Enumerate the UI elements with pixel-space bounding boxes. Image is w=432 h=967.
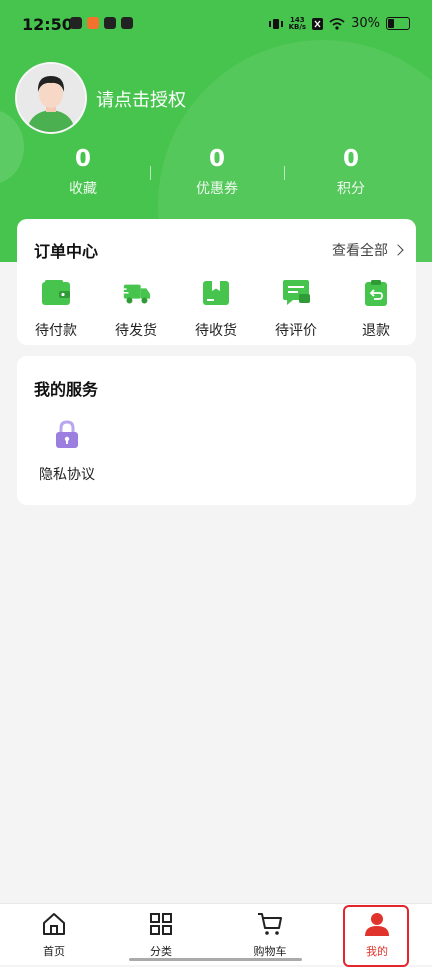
home-indicator xyxy=(129,958,302,961)
chevron-right-icon xyxy=(392,244,404,256)
sim-icon xyxy=(312,17,324,30)
wifi-icon xyxy=(329,17,345,30)
refund-icon xyxy=(365,280,387,306)
order-label: 待收货 xyxy=(195,323,237,339)
notification-icons xyxy=(70,17,133,29)
view-all-label: 查看全部 xyxy=(332,243,388,259)
stat-label: 收藏 xyxy=(69,181,97,197)
message-app-icon xyxy=(121,17,133,29)
store-app-icon xyxy=(104,17,116,29)
battery-percent: 30% xyxy=(351,16,380,31)
stat-favorites[interactable]: 0 收藏 xyxy=(33,146,133,198)
status-bar: 12:50 143 KB/s 30% xyxy=(0,0,432,50)
tab-label: 分类 xyxy=(150,945,172,958)
order-label: 待付款 xyxy=(35,323,77,339)
network-speed: 143 KB/s xyxy=(288,15,307,31)
grid-icon xyxy=(150,913,172,935)
wallet-icon xyxy=(42,280,70,305)
order-label: 待发货 xyxy=(115,323,157,339)
stat-coupons[interactable]: 0 优惠券 xyxy=(167,146,267,198)
tab-label: 购物车 xyxy=(253,945,287,958)
truck-icon xyxy=(121,284,151,304)
lock-icon xyxy=(56,420,78,448)
my-services-card: 我的服务 隐私协议 xyxy=(17,356,416,505)
stat-label: 积分 xyxy=(337,181,365,197)
cart-icon xyxy=(258,913,282,935)
decorative-circle xyxy=(0,110,24,184)
view-all-orders-link[interactable]: 查看全部 xyxy=(332,240,404,260)
order-label: 待评价 xyxy=(275,323,317,339)
tab-label: 首页 xyxy=(43,945,65,958)
order-pending-payment[interactable]: 待付款 xyxy=(23,279,89,340)
comment-icon xyxy=(283,280,310,305)
service-privacy-policy[interactable]: 隐私协议 xyxy=(37,420,97,484)
tab-category[interactable]: 分类 xyxy=(121,912,201,959)
active-tab-highlight xyxy=(343,905,409,967)
box-icon xyxy=(203,281,229,305)
order-center-card: 订单中心 查看全部 待付款 待发货 待收货 待评价 退款 xyxy=(17,219,416,345)
bottom-tab-bar: 首页 分类 购物车 我的 xyxy=(0,903,432,967)
tab-home[interactable]: 首页 xyxy=(14,912,94,959)
stat-divider xyxy=(284,166,285,180)
battery-icon xyxy=(386,17,410,30)
app-notification-icon xyxy=(87,17,99,29)
vibrate-icon xyxy=(268,18,283,29)
stat-value: 0 xyxy=(208,146,225,172)
my-services-title: 我的服务 xyxy=(34,380,99,399)
order-center-title: 订单中心 xyxy=(34,242,99,261)
stat-label: 优惠券 xyxy=(196,181,238,197)
order-label: 退款 xyxy=(362,323,390,339)
stat-divider xyxy=(150,166,151,180)
order-pending-shipment[interactable]: 待发货 xyxy=(103,279,169,340)
service-label: 隐私协议 xyxy=(39,467,95,483)
tab-cart[interactable]: 购物车 xyxy=(230,912,310,959)
order-refund[interactable]: 退款 xyxy=(343,279,409,340)
stat-points[interactable]: 0 积分 xyxy=(301,146,401,198)
order-pending-receipt[interactable]: 待收货 xyxy=(183,279,249,340)
stat-value: 0 xyxy=(342,146,359,172)
stat-value: 0 xyxy=(74,146,91,172)
avatar[interactable] xyxy=(15,62,87,134)
home-icon xyxy=(43,913,65,935)
status-time: 12:50 xyxy=(22,15,73,34)
status-right: 143 KB/s 30% xyxy=(268,15,410,31)
order-pending-review[interactable]: 待评价 xyxy=(263,279,329,340)
leaf-app-icon xyxy=(70,17,82,29)
login-prompt[interactable]: 请点击授权 xyxy=(96,86,186,112)
